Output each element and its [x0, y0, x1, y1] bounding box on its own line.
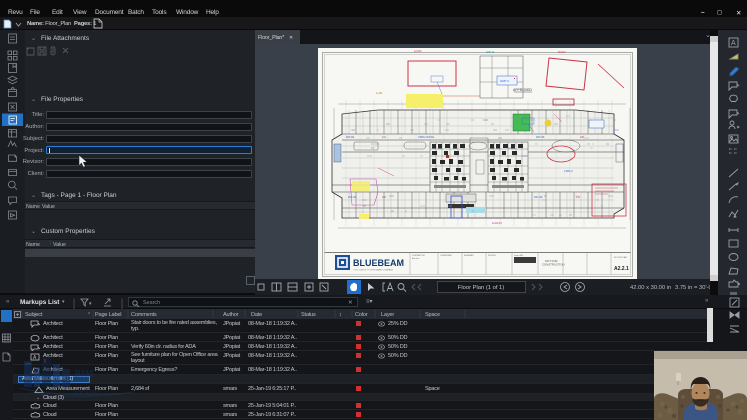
svg-text:A2.2.1: A2.2.1 [614, 266, 629, 272]
svg-text:ENGINEER: ENGINEER [464, 255, 474, 257]
svg-text:118: 118 [382, 196, 386, 199]
svg-text:134: 134 [576, 196, 581, 199]
svg-text:BLUEBEAM: BLUEBEAM [353, 258, 404, 268]
svg-text:FLOOR PLAN: FLOOR PLAN [614, 256, 627, 259]
svg-text:▾: ▾ [89, 301, 92, 307]
svg-text:GRP 2: GRP 2 [500, 79, 509, 83]
svg-text:APPROVED: APPROVED [513, 88, 532, 92]
svg-text:2,684 sf: 2,684 sf [564, 170, 573, 173]
svg-text:A: A [731, 40, 736, 47]
svg-text:RM 218: RM 218 [536, 136, 545, 139]
svg-text:CONSTRUCTION: CONSTRUCTION [542, 263, 565, 267]
svg-text:RM 130: RM 130 [534, 196, 543, 199]
svg-text:A-101: A-101 [376, 92, 383, 95]
svg-text:RM 120: RM 120 [348, 196, 357, 199]
svg-text:ADD-21: ADD-21 [486, 51, 495, 54]
svg-text:3.75 in = 30'-0": 3.75 in = 30'-0" [675, 285, 710, 291]
svg-text:101: 101 [382, 136, 387, 139]
svg-text:Arch firm: Arch firm [412, 257, 420, 260]
svg-text:RM 204: RM 204 [346, 136, 355, 139]
svg-text:12-034: 12-034 [414, 50, 422, 53]
svg-text:CONSULTANT: CONSULTANT [440, 254, 453, 257]
svg-text:OPEN OFFICE: OPEN OFFICE [418, 136, 435, 139]
svg-text:09-812: 09-812 [558, 51, 566, 54]
svg-text:® NO LIMITS ™ SOFTWARE COMPANY: ® NO LIMITS ™ SOFTWARE COMPANY [353, 269, 394, 272]
svg-text:42.00 x 30.00 in: 42.00 x 30.00 in [630, 285, 671, 291]
svg-text:Drawn MM: Drawn MM [514, 255, 523, 257]
svg-text:PROJECT: PROJECT [488, 255, 497, 257]
svg-text:220: 220 [580, 136, 585, 139]
svg-text:EGRESS: EGRESS [492, 222, 502, 225]
svg-text:Floor Plan (1 of 1): Floor Plan (1 of 1) [458, 285, 504, 291]
svg-text:CONTRACTOR: CONTRACTOR [412, 254, 425, 257]
